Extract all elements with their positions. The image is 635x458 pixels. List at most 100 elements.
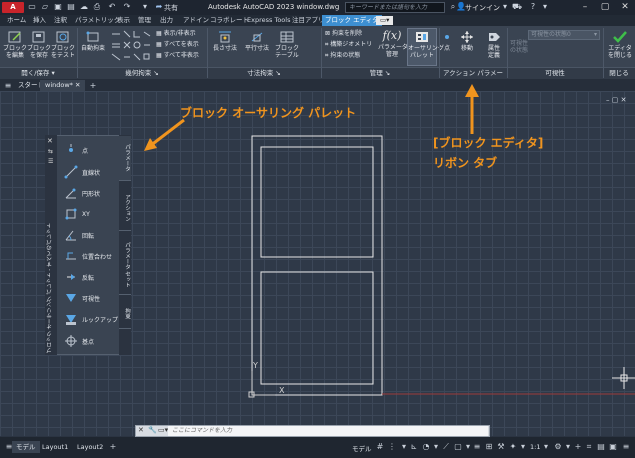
command-history-icon[interactable]: ▭▾ [158, 426, 168, 434]
save-block-button[interactable]: ブロック を保存 [27, 30, 51, 59]
palette-close-icon[interactable]: ✕ [47, 137, 53, 145]
clean-screen-icon[interactable]: ▣ [608, 442, 618, 452]
group-label-geometric[interactable]: 幾何拘束 ↘ [78, 68, 206, 78]
visibility-state-button[interactable]: 可視性の状態 [509, 40, 529, 54]
close-tab-icon[interactable]: ✕ [75, 81, 80, 89]
command-close-icon[interactable]: ✕ [138, 426, 144, 434]
palette-tab-actions[interactable]: アクション [119, 185, 131, 231]
palette-item-linear[interactable]: 直線状 [64, 163, 100, 181]
units-icon[interactable]: ⌗ [584, 442, 594, 452]
delete-constraint-button[interactable]: ⊠ 拘束を削除 [325, 30, 362, 38]
redo-icon[interactable]: ↷ [122, 2, 132, 12]
palette-tab-constraints[interactable]: 拘束 [119, 299, 131, 329]
command-customize-icon[interactable]: 🔧 [148, 426, 157, 434]
workspace-gear-icon[interactable]: ⚙ [553, 442, 563, 452]
attribute-definition-button[interactable]: 属性 定義 [483, 30, 505, 59]
polar-tracking-icon[interactable]: ◔ [421, 442, 431, 452]
selection-cycling-icon[interactable]: ⊞ [484, 442, 494, 452]
object-snap-icon[interactable]: ▢ [453, 442, 463, 452]
visibility-state-dropdown[interactable]: 可視性の状態0 ▾ [528, 30, 600, 40]
move-action-button[interactable]: 移動 [456, 30, 478, 52]
tab-manage[interactable]: 管理 [135, 15, 154, 26]
help-dropdown-icon[interactable]: ▾ [540, 2, 550, 12]
auto-constrain-button[interactable]: 自動拘束 [79, 30, 107, 52]
quick-properties-icon[interactable]: ▤ [596, 442, 606, 452]
test-block-button[interactable]: ブロック をテスト [51, 30, 75, 59]
group-label-dimensional[interactable]: 寸法拘束 ↘ [208, 68, 320, 78]
palette-properties-icon[interactable]: ☰ [48, 158, 53, 165]
palette-item-point[interactable]: 点 [64, 141, 88, 159]
infer-constraints-icon[interactable]: ▾ [399, 442, 409, 452]
menu-icon[interactable]: ≡ [3, 81, 13, 91]
annotation-scale-icon[interactable]: ✦ [508, 442, 518, 452]
tab-layout1[interactable]: Layout1 [38, 441, 72, 453]
print-icon[interactable]: ⎙ [92, 2, 102, 12]
search-input[interactable]: キーワードまたは語句を入力 [345, 2, 445, 13]
tab-annotate[interactable]: 注釈 [51, 15, 70, 26]
palette-item-visibility[interactable]: 可視性 [64, 289, 100, 307]
edit-block-button[interactable]: ブロック を編集 [3, 30, 27, 59]
help-icon[interactable]: ? [528, 2, 538, 12]
constraint-status-button[interactable]: ⌗ 拘束の状態 [325, 52, 360, 60]
palette-item-basepoint[interactable]: 基点 [64, 332, 94, 350]
tab-insert[interactable]: 挿入 [30, 15, 49, 26]
annotation-monitor-icon[interactable]: + [573, 442, 583, 452]
close-block-editor-button[interactable]: エディタ を閉じる [606, 30, 634, 59]
geometric-constraint-icons[interactable] [110, 29, 152, 65]
undo-icon[interactable]: ↶ [107, 2, 117, 12]
object-snap-tracking-icon[interactable]: ⟋ [441, 442, 451, 452]
palette-item-xy[interactable]: XY [64, 205, 90, 223]
qat-dropdown-icon[interactable]: ▾ [140, 2, 150, 12]
minimize-button[interactable]: – [578, 1, 592, 13]
palette-item-polar[interactable]: 円形状 [64, 184, 100, 202]
palette-item-lookup[interactable]: ルックアップ [64, 310, 118, 328]
tab-layout2[interactable]: Layout2 [73, 441, 107, 453]
share-label[interactable]: 共有 [164, 3, 178, 13]
isodraft-icon[interactable]: ▾ [431, 442, 441, 452]
file-tab-window[interactable]: window* ✕ [40, 80, 86, 91]
point-parameter-button[interactable]: 点 [440, 30, 454, 52]
tab-view[interactable]: 表示 [114, 15, 133, 26]
signin-button[interactable]: サインイン [465, 3, 500, 13]
group-label-action-parameters[interactable]: アクション パラメータ ▾ [440, 68, 506, 87]
workspace-dropdown-icon[interactable]: ▾ [563, 442, 573, 452]
palette-tab-parameters[interactable]: パラメータ [119, 136, 131, 181]
ortho-icon[interactable]: ⊾ [409, 442, 419, 452]
annotation-scale-dropdown[interactable]: ▾ [518, 442, 528, 452]
annotation-scale-value[interactable]: 1:1 [530, 443, 540, 451]
cloud-icon[interactable]: ☁ [79, 2, 89, 12]
signin-dropdown-icon[interactable]: ▾ [500, 2, 510, 12]
show-hide-constraints[interactable]: ▦ 表示/非表示 [156, 30, 196, 38]
app-menu-button[interactable]: A CAD [2, 2, 24, 22]
snap-icon[interactable]: ⋮ [387, 442, 397, 452]
tab-output[interactable]: 出力 [157, 15, 176, 26]
tab-home[interactable]: ホーム [4, 15, 29, 26]
cart-icon[interactable]: ⛟ [512, 2, 522, 12]
linear-dimension-button[interactable]: 長さ寸法 [210, 30, 240, 52]
save-as-icon[interactable]: ▤ [66, 2, 76, 12]
palette-item-alignment[interactable]: 位置合わせ [64, 247, 112, 265]
save-icon[interactable]: ▣ [53, 2, 63, 12]
close-window-button[interactable]: ✕ [618, 1, 632, 13]
command-input[interactable]: ここにコマンドを入力 [168, 426, 488, 436]
tab-model[interactable]: モデル [12, 441, 40, 453]
authoring-palette-button[interactable]: オーサリング パレット [407, 28, 444, 66]
group-label-open-save[interactable]: 開く/保存 ▾ [0, 68, 76, 78]
open-folder-icon[interactable]: ▱ [40, 2, 50, 12]
scale-dropdown-icon[interactable]: ▾ [541, 442, 551, 452]
hide-all-constraints[interactable]: ▦ すべて非表示 [156, 52, 199, 60]
add-layout-icon[interactable]: + [108, 442, 118, 452]
palette-tab-parameter-sets[interactable]: パラメータ セット [119, 235, 131, 295]
grid-icon[interactable]: # [375, 442, 385, 452]
maximize-button[interactable]: ▢ [598, 1, 612, 13]
block-table-button[interactable]: ブロック テーブル [274, 30, 300, 59]
aligned-dimension-button[interactable]: 平行寸法 [242, 30, 272, 52]
customization-icon[interactable]: ≡ [621, 442, 631, 452]
tab-block-editor[interactable]: ブロック エディタ [322, 15, 382, 26]
palette-autohide-icon[interactable]: ⇆ [48, 148, 53, 155]
ribbon-toggle-button[interactable]: ▭▾ [376, 16, 394, 25]
new-file-icon[interactable]: ▭ [27, 2, 37, 12]
tab-express-tools[interactable]: Express Tools [244, 15, 293, 26]
share-icon[interactable]: ➦ [154, 2, 164, 12]
model-space-toggle[interactable]: モデル [352, 443, 372, 453]
